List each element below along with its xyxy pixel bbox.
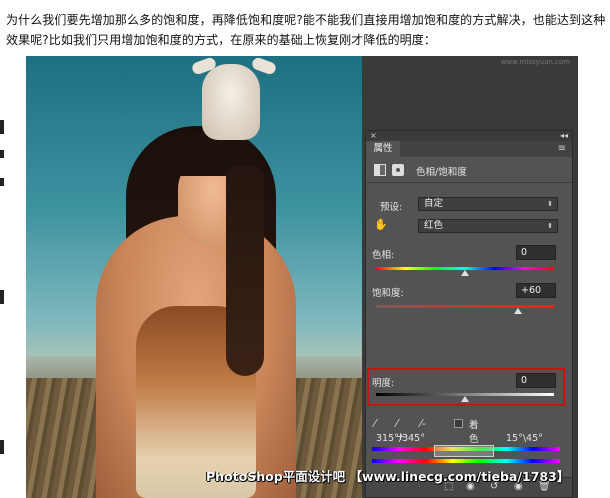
saturation-label: 饱和度: (372, 288, 404, 299)
preset-select[interactable]: 自定 ⬍ (418, 197, 558, 211)
properties-panel: × ◂◂ 属性 ≡ 色相/饱和度 预设: 自定 ⬍ ✋ 红色 ⬍ 色相: 0 饱… (365, 130, 573, 498)
chevron-updown-icon: ⬍ (547, 222, 553, 230)
adjustment-title: 色相/饱和度 (416, 167, 467, 178)
panel-menu-icon[interactable]: ≡ (558, 141, 566, 157)
close-icon[interactable]: × (370, 131, 377, 141)
panel-tab-row: 属性 ≡ (366, 141, 572, 157)
page-edge-fragment (0, 440, 4, 454)
channel-value: 红色 (424, 220, 444, 231)
page-edge-fragment (0, 290, 4, 304)
hue-label: 色相: (372, 250, 395, 261)
model-photo (26, 56, 362, 498)
page-edge-fragment (0, 150, 4, 158)
colorize-checkbox[interactable] (454, 419, 463, 428)
panel-title-bar: × ◂◂ (366, 131, 572, 141)
hue-slider-thumb[interactable] (461, 270, 469, 276)
range-left-label: 315°/345° (376, 433, 425, 444)
page-edge-fragment (0, 120, 4, 134)
top-watermark: www.missyuan.com (500, 58, 570, 66)
color-spectrum-bottom (372, 459, 560, 463)
page-edge-fragment (0, 178, 4, 186)
chevron-updown-icon: ⬍ (547, 200, 553, 208)
targeted-adjustment-hand-icon[interactable]: ✋ (374, 218, 388, 231)
lightness-input[interactable]: 0 (516, 373, 556, 388)
adjustment-header: 色相/饱和度 (366, 157, 572, 183)
lightness-slider-thumb[interactable] (461, 396, 469, 402)
footer-watermark: PhotoShop平面设计吧 【www.linecg.com/tieba/178… (206, 469, 570, 484)
saturation-input[interactable]: +60 (516, 283, 556, 298)
preset-value: 自定 (424, 198, 444, 209)
photoshop-screenshot: www.missyuan.com × ◂◂ 属性 ≡ 色相/饱和度 预设: 自定… (26, 56, 578, 498)
layer-mask-icon[interactable] (392, 164, 404, 176)
color-range-slider[interactable] (434, 445, 494, 457)
range-right-label: 15°\45° (506, 433, 543, 444)
article-paragraph: 为什么我们要先增加那么多的饱和度，再降低饱和度呢?能不能我们直接用增加饱和度的方… (6, 13, 606, 47)
channel-select[interactable]: 红色 ⬍ (418, 219, 558, 233)
skull-headpiece (202, 64, 260, 140)
colorize-label: 着色 (469, 420, 479, 445)
tab-properties[interactable]: 属性 (366, 141, 400, 157)
saturation-slider-track[interactable] (376, 305, 554, 308)
adjustment-layer-icon[interactable] (374, 164, 386, 176)
hue-input[interactable]: 0 (516, 245, 556, 260)
eyedropper-icon[interactable]: ⁄ (374, 417, 376, 430)
lightness-label: 明度: (372, 378, 395, 389)
collapse-icon[interactable]: ◂◂ (560, 131, 568, 141)
saturation-slider-thumb[interactable] (514, 308, 523, 314)
eyedropper-minus-icon[interactable]: ⁄- (420, 417, 426, 430)
preset-label: 预设: (380, 202, 403, 213)
